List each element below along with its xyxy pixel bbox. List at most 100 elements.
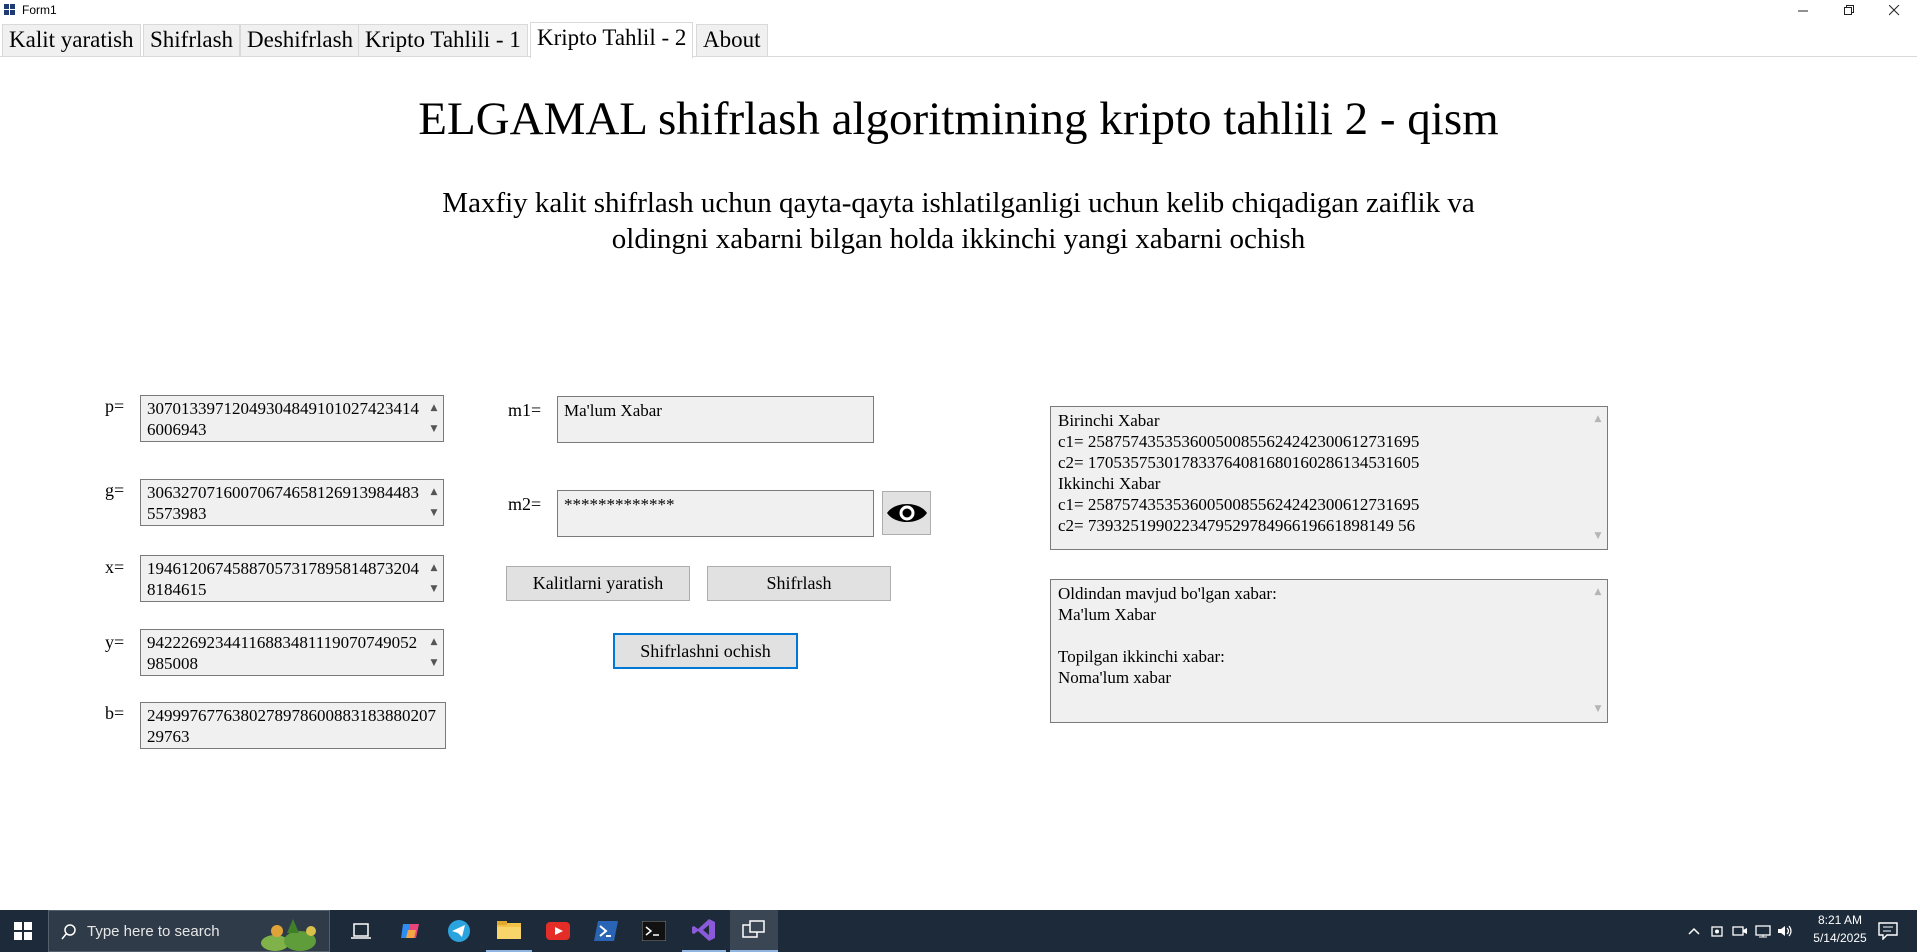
powershell-icon xyxy=(594,921,618,941)
app-icon xyxy=(4,4,16,16)
scroll-down-icon[interactable]: ▼ xyxy=(431,579,438,600)
folder-icon xyxy=(497,921,521,939)
show-hidden-icons-button[interactable] xyxy=(1682,910,1706,952)
m1-value: Ma'lum Xabar xyxy=(564,401,662,420)
tab-kalit-yaratish[interactable]: Kalit yaratish xyxy=(2,24,141,56)
visual-studio-icon xyxy=(692,919,715,941)
result-output-scrollbar[interactable]: ▲ ▼ xyxy=(1589,580,1607,722)
tab-kripto-tahlil-2[interactable]: Kripto Tahlil - 2 xyxy=(530,22,694,58)
youtube-icon xyxy=(546,922,570,940)
search-icon xyxy=(61,924,76,940)
windows-icon xyxy=(14,922,32,940)
tab-deshifrlash[interactable]: Deshifrlash xyxy=(240,24,361,56)
copilot-icon xyxy=(401,924,419,938)
scroll-down-icon[interactable]: ▼ xyxy=(431,653,438,674)
tab-shifrlash[interactable]: Shifrlash xyxy=(143,24,241,56)
b-label: b= xyxy=(105,703,125,723)
y-scrollbar[interactable]: ▲ ▼ xyxy=(425,630,443,675)
scroll-up-icon[interactable]: ▲ xyxy=(431,558,438,579)
chevron-up-icon xyxy=(1688,927,1700,935)
show-password-button[interactable] xyxy=(882,491,931,535)
b-field[interactable]: 249997677638027897860088318388020729763 xyxy=(140,702,446,749)
x-field[interactable]: 194612067458870573178958148732048184615 … xyxy=(140,555,444,602)
scroll-up-icon[interactable]: ▲ xyxy=(1595,582,1602,603)
cipher-output-box[interactable]: Birinchi Xabar c1= 258757435353600500855… xyxy=(1050,406,1608,550)
notifications-button[interactable] xyxy=(1868,910,1908,952)
subtitle-line-1: Maxfiy kalit shifrlash uchun qayta-qayta… xyxy=(442,187,1475,219)
visual-studio-app[interactable] xyxy=(682,910,726,952)
file-explorer-app[interactable] xyxy=(486,910,532,952)
page-title: ELGAMAL shifrlash algoritmining kripto t… xyxy=(418,93,1499,145)
taskbar-search-box[interactable]: Type here to search xyxy=(48,910,330,952)
network-button[interactable] xyxy=(1752,910,1774,952)
g-label: g= xyxy=(105,480,125,500)
tab-about[interactable]: About xyxy=(696,24,768,56)
search-highlight-icon xyxy=(261,919,316,951)
scroll-up-icon[interactable]: ▲ xyxy=(431,632,438,653)
start-button[interactable] xyxy=(0,910,46,952)
p-scrollbar[interactable]: ▲ ▼ xyxy=(425,396,443,441)
terminal-app[interactable] xyxy=(632,910,676,952)
task-view-button[interactable] xyxy=(340,910,382,952)
cipher-output-scrollbar[interactable]: ▲ ▼ xyxy=(1589,407,1607,549)
volume-button[interactable] xyxy=(1774,910,1796,952)
m2-input[interactable]: ************* xyxy=(557,490,874,537)
close-button[interactable] xyxy=(1871,0,1917,20)
result-output-line: Oldindan mavjud bo'lgan xabar: xyxy=(1058,584,1277,603)
form1-app[interactable] xyxy=(730,910,778,952)
tab-kripto-tahlili-1[interactable]: Kripto Tahlili - 1 xyxy=(358,24,528,56)
telegram-app[interactable] xyxy=(438,910,480,952)
copilot-app[interactable] xyxy=(390,910,432,952)
restore-button[interactable] xyxy=(1826,0,1872,20)
minimize-icon xyxy=(1797,10,1808,11)
result-output-line: Noma'lum xabar xyxy=(1058,668,1172,687)
youtube-app[interactable] xyxy=(536,910,580,952)
p-label: p= xyxy=(105,396,125,416)
tray-app-icon xyxy=(1711,926,1723,937)
form-window-icon xyxy=(742,920,765,938)
window-title-bar: Form1 xyxy=(0,0,1917,20)
scroll-down-icon[interactable]: ▼ xyxy=(431,419,438,440)
scroll-down-icon[interactable]: ▼ xyxy=(1595,699,1602,720)
result-output-line: Topilgan ikkinchi xabar: xyxy=(1058,647,1225,666)
generate-keys-button[interactable]: Kalitlarni yaratish xyxy=(506,566,690,601)
p-field[interactable]: 30701339712049304849101027423414600694​3… xyxy=(140,395,444,442)
scroll-up-icon[interactable]: ▲ xyxy=(431,482,438,503)
cipher-output-line: c1= 258757435353600500855624242300612731… xyxy=(1058,432,1420,451)
y-value: 9422269234411688348111907074905​2985008 xyxy=(147,633,418,673)
telegram-icon xyxy=(448,920,470,942)
x-value: 194612067458870573178958148732048184615 xyxy=(147,559,419,599)
tray-app-button[interactable] xyxy=(1706,910,1728,952)
restore-icon xyxy=(1843,4,1854,15)
break-cipher-button[interactable]: Shifrlashni ochish xyxy=(613,633,798,669)
g-field[interactable]: 306327071600706746581269139844835573983 … xyxy=(140,479,444,526)
g-scrollbar[interactable]: ▲ ▼ xyxy=(425,480,443,525)
m2-label: m2= xyxy=(508,494,542,514)
powershell-app[interactable] xyxy=(584,910,628,952)
camera-icon xyxy=(1732,926,1747,936)
encrypt-button[interactable]: Shifrlash xyxy=(707,566,891,601)
g-value: 306327071600706746581269139844835573983 xyxy=(147,483,419,523)
m2-value: ************* xyxy=(564,495,675,514)
meet-now-button[interactable] xyxy=(1728,910,1752,952)
scroll-up-icon[interactable]: ▲ xyxy=(431,398,438,419)
scroll-up-icon[interactable]: ▲ xyxy=(1595,409,1602,430)
close-icon xyxy=(1888,4,1899,15)
b-value: 249997677638027897860088318388020729763 xyxy=(147,706,436,746)
m1-label: m1= xyxy=(508,400,542,420)
terminal-icon xyxy=(642,921,666,941)
scroll-down-icon[interactable]: ▼ xyxy=(431,503,438,524)
notification-icon xyxy=(1878,922,1898,940)
cipher-output-line: Ikkinchi Xabar xyxy=(1058,474,1161,493)
eye-icon xyxy=(886,504,927,522)
result-output-box[interactable]: Oldindan mavjud bo'lgan xabar: Ma'lum Xa… xyxy=(1050,579,1608,723)
y-label: y= xyxy=(105,632,125,652)
m1-input[interactable]: Ma'lum Xabar xyxy=(557,396,874,443)
scroll-down-icon[interactable]: ▼ xyxy=(1595,526,1602,547)
p-value: 30701339712049304849101027423414600694​3 xyxy=(147,399,419,439)
x-scrollbar[interactable]: ▲ ▼ xyxy=(425,556,443,601)
minimize-button[interactable] xyxy=(1780,0,1826,20)
search-placeholder: Type here to search xyxy=(87,922,220,940)
result-output-line: Ma'lum Xabar xyxy=(1058,605,1156,624)
y-field[interactable]: 9422269234411688348111907074905​2985008 … xyxy=(140,629,444,676)
